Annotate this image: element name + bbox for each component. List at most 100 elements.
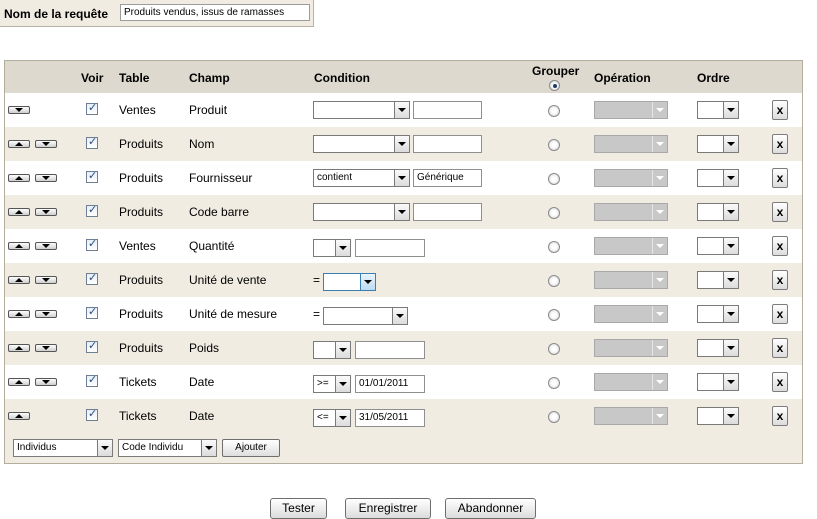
condition-value-input[interactable]: 31/05/2011 <box>355 409 425 427</box>
value-select[interactable] <box>323 307 408 325</box>
move-up-icon[interactable] <box>8 242 30 250</box>
move-down-icon[interactable] <box>35 378 57 386</box>
condition-value-input[interactable] <box>355 239 425 257</box>
operation-select <box>594 271 668 289</box>
delete-row-button[interactable]: x <box>772 168 788 188</box>
table-name: Produits <box>119 137 164 151</box>
delete-row-button[interactable]: x <box>772 270 788 290</box>
order-select[interactable] <box>697 271 739 289</box>
move-down-icon[interactable] <box>35 208 57 216</box>
order-select[interactable] <box>697 373 739 391</box>
group-radio[interactable] <box>548 275 560 287</box>
condition-select[interactable]: >= <box>313 375 351 393</box>
operation-select <box>594 169 668 187</box>
add-button[interactable]: Ajouter <box>222 439 280 457</box>
request-name-input[interactable]: Produits vendus, issus de ramasses <box>120 4 310 21</box>
delete-row-button[interactable]: x <box>772 304 788 324</box>
move-down-icon[interactable] <box>35 310 57 318</box>
delete-row-button[interactable]: x <box>772 372 788 392</box>
group-radio[interactable] <box>548 411 560 423</box>
condition-select[interactable] <box>313 341 351 359</box>
operation-select <box>594 305 668 323</box>
group-radio[interactable] <box>548 139 560 151</box>
order-select[interactable] <box>697 237 739 255</box>
move-down-icon[interactable] <box>8 106 30 114</box>
table-row: Tickets Date >=01/01/2011 x <box>5 365 802 399</box>
field-select[interactable]: Code Individu <box>118 439 217 457</box>
condition-select[interactable]: <= <box>313 409 351 427</box>
visible-checkbox[interactable] <box>86 237 98 251</box>
value-select[interactable] <box>323 273 376 291</box>
order-select[interactable] <box>697 305 739 323</box>
request-name-label: Nom de la requête <box>4 7 109 21</box>
move-down-icon[interactable] <box>35 242 57 250</box>
order-select[interactable] <box>697 169 739 187</box>
grouper-header-radio[interactable] <box>549 80 560 91</box>
field-name: Code barre <box>189 205 250 219</box>
visible-checkbox[interactable] <box>86 203 98 217</box>
visible-checkbox[interactable] <box>86 101 98 115</box>
condition-value-input[interactable] <box>413 135 482 153</box>
move-up-icon[interactable] <box>8 276 30 284</box>
condition-value-input[interactable] <box>413 101 482 119</box>
order-select[interactable] <box>697 135 739 153</box>
chevron-down-icon <box>723 340 738 356</box>
delete-row-button[interactable]: x <box>772 100 788 120</box>
order-select[interactable] <box>697 407 739 425</box>
move-up-icon[interactable] <box>8 174 30 182</box>
condition-select[interactable] <box>313 239 351 257</box>
condition-select[interactable] <box>313 203 410 221</box>
visible-checkbox[interactable] <box>86 407 98 421</box>
save-button[interactable]: Enregistrer <box>345 498 431 519</box>
visible-checkbox[interactable] <box>86 271 98 285</box>
field-name: Fournisseur <box>189 171 253 185</box>
visible-checkbox[interactable] <box>86 339 98 353</box>
condition-value-input[interactable] <box>355 341 425 359</box>
delete-row-button[interactable]: x <box>772 202 788 222</box>
add-field-row: Individus Code Individu Ajouter <box>5 433 802 463</box>
move-down-icon[interactable] <box>35 174 57 182</box>
move-down-icon[interactable] <box>35 140 57 148</box>
delete-row-button[interactable]: x <box>772 406 788 426</box>
move-down-icon[interactable] <box>35 344 57 352</box>
delete-row-button[interactable]: x <box>772 134 788 154</box>
table-row: Produits Nom x <box>5 127 802 161</box>
order-select[interactable] <box>697 203 739 221</box>
delete-row-button[interactable]: x <box>772 338 788 358</box>
condition-value-input[interactable]: 01/01/2011 <box>355 375 425 393</box>
test-button[interactable]: Tester <box>270 498 327 519</box>
order-select[interactable] <box>697 339 739 357</box>
visible-checkbox[interactable] <box>86 169 98 183</box>
table-row: Produits Unité de mesure = x <box>5 297 802 331</box>
move-up-icon[interactable] <box>8 378 30 386</box>
chevron-down-icon <box>652 340 667 356</box>
table-select[interactable]: Individus <box>13 439 113 457</box>
move-up-icon[interactable] <box>8 310 30 318</box>
operation-select <box>594 339 668 357</box>
group-radio[interactable] <box>548 241 560 253</box>
visible-checkbox[interactable] <box>86 305 98 319</box>
condition-select[interactable] <box>313 101 410 119</box>
move-down-icon[interactable] <box>35 276 57 284</box>
header-grouper: Grouper <box>532 64 580 78</box>
move-up-icon[interactable] <box>8 208 30 216</box>
cancel-button[interactable]: Abandonner <box>445 498 536 519</box>
group-radio[interactable] <box>548 207 560 219</box>
chevron-down-icon <box>394 170 409 186</box>
move-up-icon[interactable] <box>8 344 30 352</box>
delete-row-button[interactable]: x <box>772 236 788 256</box>
group-radio[interactable] <box>548 105 560 117</box>
group-radio[interactable] <box>548 343 560 355</box>
visible-checkbox[interactable] <box>86 373 98 387</box>
condition-select[interactable] <box>313 135 410 153</box>
move-up-icon[interactable] <box>8 140 30 148</box>
visible-checkbox[interactable] <box>86 135 98 149</box>
condition-value-input[interactable] <box>413 203 482 221</box>
group-radio[interactable] <box>548 309 560 321</box>
condition-select[interactable]: contient <box>313 169 410 187</box>
move-up-icon[interactable] <box>8 412 30 420</box>
condition-value-input[interactable]: Générique <box>413 169 482 187</box>
group-radio[interactable] <box>548 377 560 389</box>
order-select[interactable] <box>697 101 739 119</box>
group-radio[interactable] <box>548 173 560 185</box>
